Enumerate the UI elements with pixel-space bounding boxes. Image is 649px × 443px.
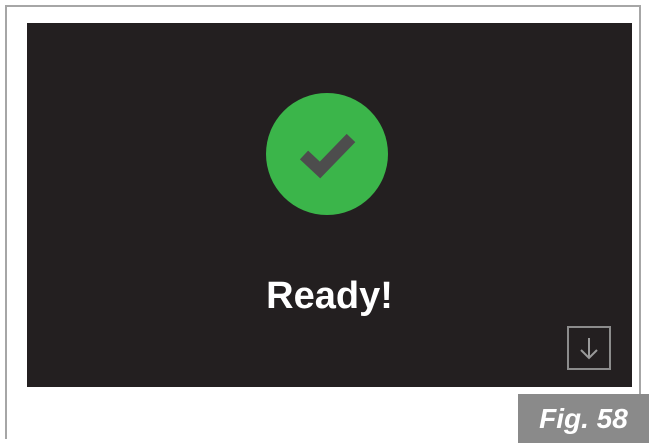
arrow-down-icon xyxy=(580,338,598,360)
status-message: Ready! xyxy=(266,275,393,317)
success-indicator xyxy=(266,93,388,215)
figure-caption: Fig. 58 xyxy=(518,394,649,443)
check-icon xyxy=(299,133,356,179)
device-screen: Ready! xyxy=(27,23,632,387)
download-button[interactable] xyxy=(567,326,611,370)
